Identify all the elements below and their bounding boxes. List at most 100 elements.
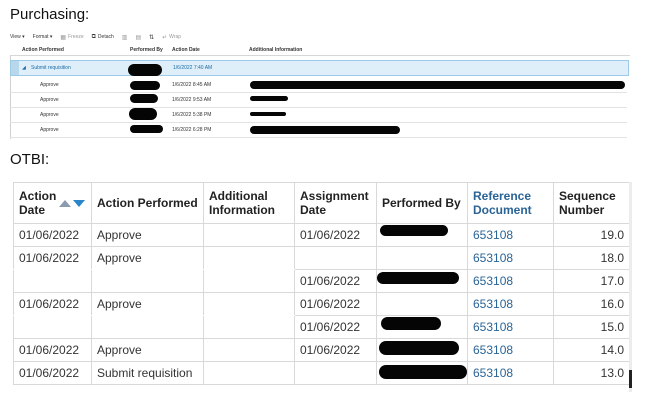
row-date: 1/6/2022 9:53 AM: [172, 97, 212, 103]
redaction-mark: [250, 112, 286, 116]
row-date: 1/6/2022 5:38 PM: [172, 112, 212, 118]
cell-sequence-number: 19.0: [553, 223, 630, 247]
cell-action-performed: Approve: [91, 292, 204, 316]
cell-additional-information: [203, 223, 295, 247]
cell-action-date: [13, 269, 92, 293]
cell-assignment-date: 01/06/2022: [294, 269, 377, 293]
collapse-triangle-icon[interactable]: ◢: [22, 65, 26, 71]
cell-action-performed: Submit requisition: [91, 361, 204, 385]
row-selector[interactable]: [11, 61, 19, 75]
cell-additional-information: [203, 292, 295, 316]
freeze-button[interactable]: ▦ Freeze: [60, 34, 83, 41]
col-performed-by[interactable]: Performed By: [376, 182, 468, 224]
cell-sequence-number: 16.0: [553, 292, 630, 316]
cell-performed-by: [376, 246, 468, 270]
cell-assignment-date: 01/06/2022: [294, 338, 377, 362]
table-row[interactable]: 01/06/2022 Approve 01/06/2022 653108 16.…: [13, 292, 630, 316]
cell-action-date: [13, 315, 92, 339]
purchasing-header-row: Action Performed Performed By Action Dat…: [10, 45, 630, 56]
cell-sequence-number: 15.0: [553, 315, 630, 339]
redaction-mark: [379, 365, 467, 379]
table-row[interactable]: 01/06/2022 Approve 01/06/2022 653108 14.…: [13, 338, 630, 362]
cell-action-date: 01/06/2022: [13, 361, 92, 385]
col-performed-by[interactable]: Performed By: [130, 47, 163, 53]
cell-assignment-date: 01/06/2022: [294, 292, 377, 316]
reference-document-link[interactable]: 653108: [467, 292, 554, 316]
cell-action-performed: [91, 315, 204, 339]
row-action: Approve: [40, 112, 59, 118]
redaction-mark: [130, 94, 158, 103]
cell-sequence-number: 17.0: [553, 269, 630, 293]
cell-action-date: 01/06/2022: [13, 223, 92, 247]
wrap-button[interactable]: ↵ Wrap: [162, 34, 181, 41]
columns-icon[interactable]: ▥: [122, 34, 128, 41]
purchasing-label: Purchasing:: [10, 6, 90, 23]
detach-icon: ⧉: [91, 33, 96, 40]
redaction-mark: [130, 81, 160, 90]
cell-action-date: 01/06/2022: [13, 338, 92, 362]
otbi-label: OTBI:: [10, 151, 50, 168]
freeze-columns-icon[interactable]: ▤: [135, 34, 141, 41]
vertical-scrollbar[interactable]: [629, 182, 632, 392]
redaction-mark: [130, 125, 163, 133]
cell-action-date: 01/06/2022: [13, 246, 92, 270]
redaction-mark: [380, 225, 448, 236]
otbi-table: Action Date Action Performed Additional …: [13, 182, 630, 385]
format-menu[interactable]: Format ▾: [33, 34, 53, 40]
purchasing-row[interactable]: ◢ Submit requisition 1/6/2022 7:40 AM: [10, 60, 629, 76]
cell-assignment-date: [294, 361, 377, 385]
row-action: Submit requisition: [31, 65, 71, 71]
reference-document-link[interactable]: 653108: [467, 315, 554, 339]
table-row[interactable]: 01/06/2022 Approve 653108 18.0: [13, 246, 630, 270]
col-additional-information[interactable]: Additional Information: [249, 47, 302, 53]
col-sequence-number[interactable]: Sequence Number: [553, 182, 630, 224]
col-action-performed[interactable]: Action Performed: [22, 47, 64, 53]
redaction-mark: [250, 81, 625, 89]
freeze-icon: ▦: [60, 34, 67, 41]
redaction-mark: [379, 341, 459, 355]
reference-document-link[interactable]: 653108: [467, 338, 554, 362]
view-menu[interactable]: View ▾: [10, 34, 25, 40]
reference-document-link[interactable]: 653108: [467, 223, 554, 247]
reference-document-link[interactable]: 653108: [467, 246, 554, 270]
purchasing-row[interactable]: Approve 1/6/2022 9:53 AM: [10, 93, 627, 108]
wrap-icon: ↵: [162, 34, 168, 41]
purchasing-row[interactable]: Approve 1/6/2022 5:38 PM: [10, 108, 627, 123]
cell-additional-information: [203, 361, 295, 385]
col-action-performed[interactable]: Action Performed: [91, 182, 204, 224]
row-action: Approve: [40, 97, 59, 103]
purchasing-toolbar: View ▾ Format ▾ ▦ Freeze ⧉ Detach ▥ ▤ ⇅ ↵ W…: [10, 31, 181, 43]
expand-icon[interactable]: ⇅: [149, 34, 154, 41]
sort-ascending-icon[interactable]: [59, 199, 71, 207]
cell-action-performed: Approve: [91, 246, 204, 270]
row-date: 1/6/2022 7:40 AM: [173, 65, 213, 71]
row-date: 1/6/2022 6:28 PM: [172, 127, 212, 133]
redaction-mark: [128, 64, 162, 76]
scrollbar-thumb[interactable]: [629, 370, 632, 388]
table-row[interactable]: 01/06/2022 653108 17.0: [13, 269, 630, 293]
sort-descending-icon[interactable]: [73, 199, 85, 207]
reference-document-link[interactable]: 653108: [467, 361, 554, 385]
reference-document-link[interactable]: 653108: [467, 269, 554, 293]
cell-action-date: 01/06/2022: [13, 292, 92, 316]
col-action-date[interactable]: Action Date: [172, 47, 200, 53]
col-reference-document[interactable]: Reference Document: [467, 182, 554, 224]
cell-additional-information: [203, 246, 295, 270]
cell-action-performed: [91, 269, 204, 293]
col-assignment-date[interactable]: Assignment Date: [294, 182, 377, 224]
otbi-header-row: Action Date Action Performed Additional …: [13, 182, 630, 224]
col-action-date[interactable]: Action Date: [13, 182, 92, 224]
col-additional-information[interactable]: Additional Information: [203, 182, 295, 224]
table-row[interactable]: 01/06/2022 Approve 01/06/2022 653108 19.…: [13, 223, 630, 247]
cell-action-performed: Approve: [91, 223, 204, 247]
cell-performed-by: [376, 292, 468, 316]
table-row[interactable]: 01/06/2022 653108 15.0: [13, 315, 630, 339]
cell-assignment-date: 01/06/2022: [294, 315, 377, 339]
redaction-mark: [381, 317, 441, 330]
detach-button[interactable]: ⧉ Detach: [92, 34, 114, 41]
sort-icons[interactable]: [59, 199, 85, 207]
redaction-mark: [129, 108, 157, 120]
table-row[interactable]: 01/06/2022 Submit requisition 653108 13.…: [13, 361, 630, 385]
cell-additional-information: [203, 269, 295, 293]
redaction-mark: [250, 126, 400, 134]
